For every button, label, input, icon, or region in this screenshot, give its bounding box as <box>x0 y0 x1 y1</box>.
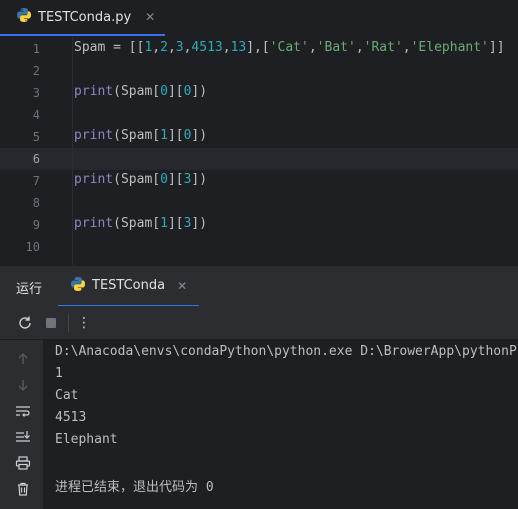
code-token: 0 <box>160 172 168 187</box>
code-token: (Spam[ <box>113 84 161 99</box>
arrow-down-icon[interactable] <box>14 376 32 394</box>
close-icon[interactable]: ✕ <box>145 10 155 24</box>
more-vertical-icon[interactable]: ⋮ <box>75 314 93 332</box>
run-toolbar: ⋮ <box>0 306 518 340</box>
code-token: Spam = [[ <box>74 40 145 55</box>
line-number: 3 <box>32 86 40 100</box>
console-line: Elephant <box>55 432 118 447</box>
code-token: ][ <box>167 84 184 99</box>
line-number: 6 <box>32 152 40 166</box>
code-token: 0 <box>160 84 168 99</box>
toolbar-separator <box>68 314 69 332</box>
code-token: ]) <box>191 128 208 143</box>
code-token: 13 <box>230 40 247 55</box>
code-token: 4513 <box>191 40 223 55</box>
code-token: ][ <box>167 128 184 143</box>
code-token: , <box>222 40 231 55</box>
code-line: print(Spam[0][3]) <box>74 172 207 187</box>
gutter-divider <box>72 37 73 265</box>
line-number: 10 <box>25 240 40 254</box>
code-line: print(Spam[0][0]) <box>74 84 207 99</box>
editor-tab-label: TESTConda.py <box>38 9 132 25</box>
code-token: ]) <box>191 84 208 99</box>
code-token: ]) <box>191 216 208 231</box>
console-side-toolbar <box>0 340 44 509</box>
run-console-output[interactable]: D:\Anacoda\envs\condaPython\python.exe D… <box>44 340 518 509</box>
line-number: 5 <box>32 130 40 144</box>
python-run-icon <box>70 276 86 296</box>
code-editor[interactable]: 1 2 3 4 5 6 7 8 9 10 Spam = [[1,2,3,4513,13],['Ca… <box>0 37 518 265</box>
code-token: 'Cat' <box>269 40 309 55</box>
line-number: 2 <box>32 64 40 78</box>
code-token: ]) <box>191 172 208 187</box>
python-file-icon <box>16 7 32 27</box>
current-line-highlight <box>0 148 518 170</box>
code-token: , <box>308 40 317 55</box>
code-token: 'Elephant' <box>410 40 489 55</box>
code-line: print(Spam[1][3]) <box>74 216 207 231</box>
console-line: 1 <box>55 366 63 381</box>
console-line: Cat <box>55 388 79 403</box>
console-line: 4513 <box>55 410 87 425</box>
code-token: print <box>74 128 114 143</box>
code-token: ][ <box>167 216 184 231</box>
line-number: 7 <box>32 174 40 188</box>
code-token: (Spam[ <box>113 128 161 143</box>
code-token: 1 <box>160 216 168 231</box>
code-token: 2 <box>160 40 168 55</box>
code-token: print <box>74 172 114 187</box>
rerun-icon[interactable] <box>16 314 34 332</box>
arrow-up-icon[interactable] <box>14 350 32 368</box>
code-token: , <box>402 40 411 55</box>
code-token: ][ <box>167 172 184 187</box>
close-icon[interactable]: ✕ <box>177 279 187 293</box>
code-token: , <box>167 40 176 55</box>
code-token: ],[ <box>246 40 270 55</box>
line-number: 8 <box>32 196 40 210</box>
scroll-to-end-icon[interactable] <box>14 428 32 446</box>
code-token: 1 <box>160 128 168 143</box>
code-token: 'Rat' <box>363 40 403 55</box>
run-tool-window-header: 运行 TESTConda ✕ <box>0 265 518 307</box>
editor-tab-testconda[interactable]: TESTConda.py ✕ <box>0 0 166 36</box>
soft-wrap-icon[interactable] <box>14 402 32 420</box>
console-line: D:\Anacoda\envs\condaPython\python.exe D… <box>55 344 518 359</box>
code-token: , <box>152 40 161 55</box>
line-number: 4 <box>32 108 40 122</box>
line-number: 9 <box>32 218 40 232</box>
run-panel-title: 运行 <box>16 282 43 297</box>
code-line: print(Spam[1][0]) <box>74 128 207 143</box>
line-number: 1 <box>32 42 40 56</box>
stop-icon[interactable] <box>42 314 60 332</box>
print-icon[interactable] <box>14 454 32 472</box>
trash-icon[interactable] <box>14 480 32 498</box>
run-tab-testconda[interactable]: TESTConda ✕ <box>58 266 200 307</box>
code-token: , <box>355 40 364 55</box>
run-tab-label: TESTConda <box>92 278 166 293</box>
code-token: 'Bat' <box>316 40 356 55</box>
code-token: ]] <box>488 40 505 55</box>
code-line: Spam = [[1,2,3,4513,13],['Cat','Bat','Ra… <box>74 40 505 55</box>
code-token: print <box>74 216 114 231</box>
console-line: 进程已结束，退出代码为 0 <box>55 480 214 495</box>
code-token: (Spam[ <box>113 216 161 231</box>
code-token: 3 <box>175 40 184 55</box>
code-token: print <box>74 84 114 99</box>
code-token: (Spam[ <box>113 172 161 187</box>
editor-tab-bar: TESTConda.py ✕ <box>0 0 518 36</box>
